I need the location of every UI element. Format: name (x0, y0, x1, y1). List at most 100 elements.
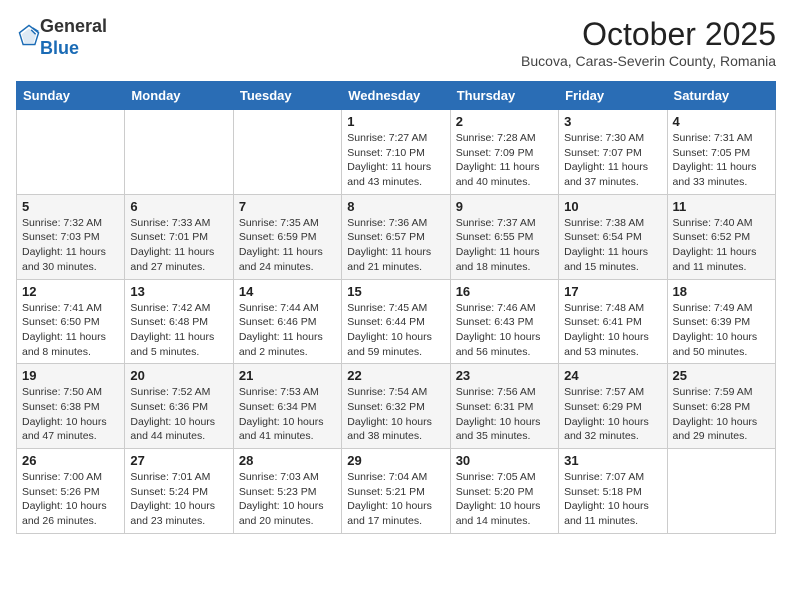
weekday-header-tuesday: Tuesday (233, 82, 341, 110)
calendar-week-row: 1 Sunrise: 7:27 AM Sunset: 7:10 PM Daylig… (17, 110, 776, 195)
day-info: Sunrise: 7:28 AM Sunset: 7:09 PM Dayligh… (456, 131, 553, 190)
day-number: 24 (564, 368, 661, 383)
calendar-cell: 31 Sunrise: 7:07 AM Sunset: 5:18 PM Dayli… (559, 449, 667, 534)
day-number: 16 (456, 284, 553, 299)
calendar-cell: 16 Sunrise: 7:46 AM Sunset: 6:43 PM Dayli… (450, 279, 558, 364)
day-number: 15 (347, 284, 444, 299)
day-info: Sunrise: 7:40 AM Sunset: 6:52 PM Dayligh… (673, 216, 770, 275)
day-info: Sunrise: 7:50 AM Sunset: 6:38 PM Dayligh… (22, 385, 119, 444)
day-number: 12 (22, 284, 119, 299)
calendar-cell: 4Sunrise: 7:31 AM Sunset: 7:05 PM Daylig… (667, 110, 775, 195)
calendar-cell: 2 Sunrise: 7:28 AM Sunset: 7:09 PM Daylig… (450, 110, 558, 195)
day-number: 13 (130, 284, 227, 299)
calendar-cell: 13 Sunrise: 7:42 AM Sunset: 6:48 PM Dayli… (125, 279, 233, 364)
day-info: Sunrise: 7:52 AM Sunset: 6:36 PM Dayligh… (130, 385, 227, 444)
day-info: Sunrise: 7:53 AM Sunset: 6:34 PM Dayligh… (239, 385, 336, 444)
weekday-header-sunday: Sunday (17, 82, 125, 110)
logo: General Blue (16, 16, 107, 59)
calendar-cell: 14 Sunrise: 7:44 AM Sunset: 6:46 PM Dayli… (233, 279, 341, 364)
day-info: Sunrise: 7:35 AM Sunset: 6:59 PM Dayligh… (239, 216, 336, 275)
day-info: Sunrise: 7:49 AM Sunset: 6:39 PM Dayligh… (673, 301, 770, 360)
logo-general: General (40, 16, 107, 38)
day-number: 2 (456, 114, 553, 129)
day-info: Sunrise: 7:27 AM Sunset: 7:10 PM Dayligh… (347, 131, 444, 190)
calendar-cell: 24Sunrise: 7:57 AM Sunset: 6:29 PM Dayli… (559, 364, 667, 449)
location-subtitle: Bucova, Caras-Severin County, Romania (521, 53, 776, 69)
calendar-cell: 8Sunrise: 7:36 AM Sunset: 6:57 PM Daylig… (342, 194, 450, 279)
day-number: 14 (239, 284, 336, 299)
day-info: Sunrise: 7:45 AM Sunset: 6:44 PM Dayligh… (347, 301, 444, 360)
calendar-week-row: 5Sunrise: 7:32 AM Sunset: 7:03 PM Daylig… (17, 194, 776, 279)
day-number: 28 (239, 453, 336, 468)
calendar-cell: 19 Sunrise: 7:50 AM Sunset: 6:38 PM Dayli… (17, 364, 125, 449)
day-number: 9 (456, 199, 553, 214)
calendar-week-row: 19 Sunrise: 7:50 AM Sunset: 6:38 PM Dayli… (17, 364, 776, 449)
day-number: 6 (130, 199, 227, 214)
day-info: Sunrise: 7:56 AM Sunset: 6:31 PM Dayligh… (456, 385, 553, 444)
calendar-cell: 5Sunrise: 7:32 AM Sunset: 7:03 PM Daylig… (17, 194, 125, 279)
weekday-header-saturday: Saturday (667, 82, 775, 110)
day-number: 22 (347, 368, 444, 383)
calendar-cell: 10Sunrise: 7:38 AM Sunset: 6:54 PM Dayli… (559, 194, 667, 279)
calendar-cell: 9 Sunrise: 7:37 AM Sunset: 6:55 PM Daylig… (450, 194, 558, 279)
calendar-week-row: 12 Sunrise: 7:41 AM Sunset: 6:50 PM Dayli… (17, 279, 776, 364)
day-number: 23 (456, 368, 553, 383)
calendar-cell: 12 Sunrise: 7:41 AM Sunset: 6:50 PM Dayli… (17, 279, 125, 364)
logo-icon (18, 24, 40, 46)
day-info: Sunrise: 7:44 AM Sunset: 6:46 PM Dayligh… (239, 301, 336, 360)
day-info: Sunrise: 7:07 AM Sunset: 5:18 PM Dayligh… (564, 470, 661, 529)
calendar-cell: 1 Sunrise: 7:27 AM Sunset: 7:10 PM Daylig… (342, 110, 450, 195)
day-number: 20 (130, 368, 227, 383)
day-info: Sunrise: 7:48 AM Sunset: 6:41 PM Dayligh… (564, 301, 661, 360)
weekday-header-wednesday: Wednesday (342, 82, 450, 110)
day-info: Sunrise: 7:41 AM Sunset: 6:50 PM Dayligh… (22, 301, 119, 360)
day-number: 27 (130, 453, 227, 468)
calendar-week-row: 26 Sunrise: 7:00 AM Sunset: 5:26 PM Dayli… (17, 449, 776, 534)
day-info: Sunrise: 7:59 AM Sunset: 6:28 PM Dayligh… (673, 385, 770, 444)
calendar-cell: 29 Sunrise: 7:04 AM Sunset: 5:21 PM Dayli… (342, 449, 450, 534)
day-number: 4 (673, 114, 770, 129)
day-info: Sunrise: 7:54 AM Sunset: 6:32 PM Dayligh… (347, 385, 444, 444)
day-number: 30 (456, 453, 553, 468)
day-number: 3 (564, 114, 661, 129)
calendar-cell: 22 Sunrise: 7:54 AM Sunset: 6:32 PM Dayli… (342, 364, 450, 449)
calendar-cell: 26 Sunrise: 7:00 AM Sunset: 5:26 PM Dayli… (17, 449, 125, 534)
calendar-cell (125, 110, 233, 195)
calendar-cell: 7 Sunrise: 7:35 AM Sunset: 6:59 PM Daylig… (233, 194, 341, 279)
day-number: 29 (347, 453, 444, 468)
day-info: Sunrise: 7:37 AM Sunset: 6:55 PM Dayligh… (456, 216, 553, 275)
day-number: 19 (22, 368, 119, 383)
calendar-cell: 23 Sunrise: 7:56 AM Sunset: 6:31 PM Dayli… (450, 364, 558, 449)
day-info: Sunrise: 7:42 AM Sunset: 6:48 PM Dayligh… (130, 301, 227, 360)
day-info: Sunrise: 7:32 AM Sunset: 7:03 PM Dayligh… (22, 216, 119, 275)
day-info: Sunrise: 7:00 AM Sunset: 5:26 PM Dayligh… (22, 470, 119, 529)
calendar-cell: 30Sunrise: 7:05 AM Sunset: 5:20 PM Dayli… (450, 449, 558, 534)
calendar-cell: 11 Sunrise: 7:40 AM Sunset: 6:52 PM Dayli… (667, 194, 775, 279)
calendar-cell: 25 Sunrise: 7:59 AM Sunset: 6:28 PM Dayli… (667, 364, 775, 449)
day-number: 31 (564, 453, 661, 468)
weekday-header-thursday: Thursday (450, 82, 558, 110)
day-info: Sunrise: 7:33 AM Sunset: 7:01 PM Dayligh… (130, 216, 227, 275)
day-number: 7 (239, 199, 336, 214)
weekday-header-row: SundayMondayTuesdayWednesdayThursdayFrid… (17, 82, 776, 110)
day-number: 26 (22, 453, 119, 468)
day-number: 25 (673, 368, 770, 383)
month-title: October 2025 (521, 16, 776, 53)
page-header: General Blue October 2025 Bucova, Caras-… (16, 16, 776, 69)
day-info: Sunrise: 7:01 AM Sunset: 5:24 PM Dayligh… (130, 470, 227, 529)
day-number: 1 (347, 114, 444, 129)
calendar-cell: 20 Sunrise: 7:52 AM Sunset: 6:36 PM Dayli… (125, 364, 233, 449)
calendar-cell: 17Sunrise: 7:48 AM Sunset: 6:41 PM Dayli… (559, 279, 667, 364)
calendar-cell (17, 110, 125, 195)
day-info: Sunrise: 7:04 AM Sunset: 5:21 PM Dayligh… (347, 470, 444, 529)
day-info: Sunrise: 7:36 AM Sunset: 6:57 PM Dayligh… (347, 216, 444, 275)
calendar-cell: 28 Sunrise: 7:03 AM Sunset: 5:23 PM Dayli… (233, 449, 341, 534)
calendar-cell: 15 Sunrise: 7:45 AM Sunset: 6:44 PM Dayli… (342, 279, 450, 364)
day-info: Sunrise: 7:38 AM Sunset: 6:54 PM Dayligh… (564, 216, 661, 275)
day-info: Sunrise: 7:46 AM Sunset: 6:43 PM Dayligh… (456, 301, 553, 360)
day-info: Sunrise: 7:30 AM Sunset: 7:07 PM Dayligh… (564, 131, 661, 190)
day-info: Sunrise: 7:03 AM Sunset: 5:23 PM Dayligh… (239, 470, 336, 529)
calendar-cell (667, 449, 775, 534)
day-number: 11 (673, 199, 770, 214)
calendar-cell (233, 110, 341, 195)
